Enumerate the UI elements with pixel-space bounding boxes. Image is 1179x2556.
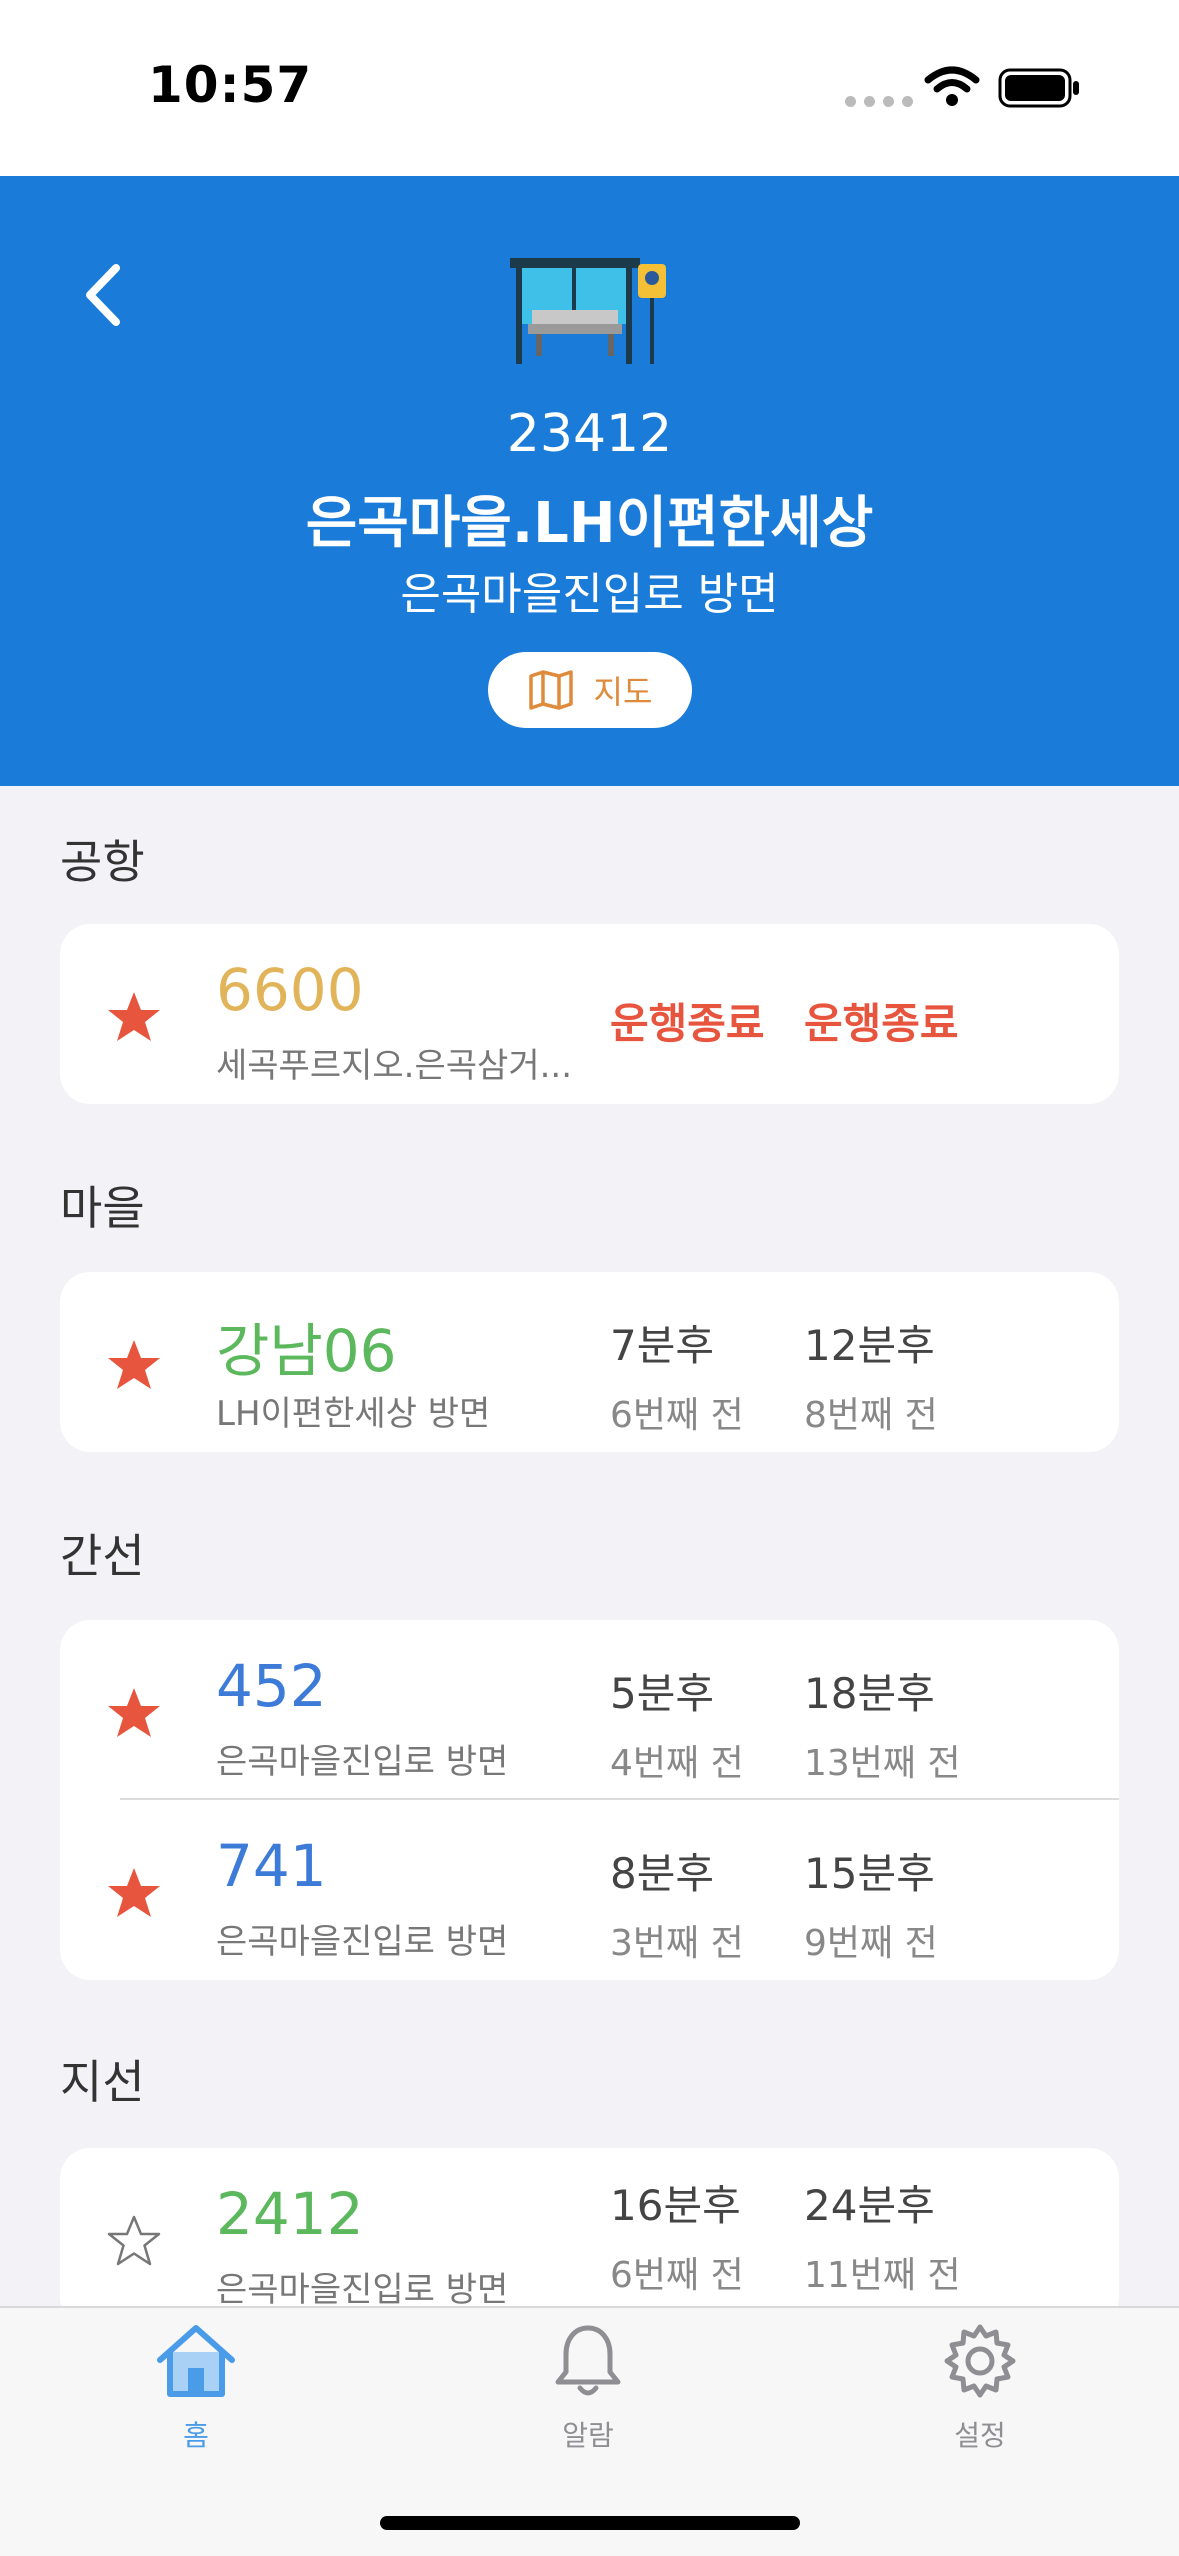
arrival2-stops: 9번째 전 — [804, 1923, 938, 1964]
status-bar: 10:57 — [0, 0, 1179, 176]
arrival1-stops: 3번째 전 — [610, 1923, 744, 1964]
favorite-star-icon[interactable] — [106, 990, 162, 1044]
stop-id: 23412 — [506, 404, 673, 464]
route-row[interactable]: 6600 세곡푸르지오.은곡삼거... 운행종료 운행종료 — [60, 924, 1119, 1104]
arrival1-stops: 4번째 전 — [610, 1743, 744, 1784]
route-row[interactable]: 452 은곡마을진입로 방면 5분후 4번째 전 18분후 13번째 전 — [60, 1620, 1119, 1800]
arrival2-stops: 13번째 전 — [804, 1743, 961, 1784]
tab-home[interactable]: 홈 — [96, 2322, 296, 2454]
route-row[interactable]: 741 은곡마을진입로 방면 8분후 3번째 전 15분후 9번째 전 — [60, 1800, 1119, 1980]
status-time: 10:57 — [148, 56, 313, 114]
cellular-signal-icon — [845, 96, 913, 107]
route-row[interactable]: 2412 은곡마을진입로 방면 16분후 6번째 전 24분후 11번째 전 — [60, 2148, 1119, 2328]
section-title-trunk: 간선 — [60, 1529, 145, 1583]
home-indicator — [380, 2516, 800, 2530]
route-destination: 세곡푸르지오.은곡삼거... — [216, 1046, 573, 1086]
back-icon[interactable] — [78, 260, 128, 330]
route-number: 강남06 — [216, 1317, 397, 1385]
tab-alarm[interactable]: 알람 — [488, 2322, 688, 2454]
arrival1-time: 5분후 — [610, 1669, 715, 1718]
arrival1-time: 16분후 — [610, 2181, 741, 2230]
favorite-star-outline-icon[interactable] — [106, 2214, 162, 2268]
tab-settings[interactable]: 설정 — [880, 2322, 1080, 2454]
stop-header: 23412 은곡마을.LH이편한세상 은곡마을진입로 방면 지도 — [0, 176, 1179, 786]
map-button-label: 지도 — [593, 673, 653, 711]
favorite-star-icon[interactable] — [106, 1338, 162, 1392]
route-number: 741 — [216, 1832, 327, 1900]
section-title-branch: 지선 — [60, 2055, 145, 2109]
arrival1-status: 운행종료 — [610, 999, 765, 1048]
route-number: 452 — [216, 1652, 327, 1720]
stop-name: 은곡마을.LH이편한세상 — [305, 491, 874, 556]
route-destination: 은곡마을진입로 방면 — [216, 1742, 509, 1782]
arrival2-stops: 8번째 전 — [804, 1395, 938, 1436]
arrival2-time: 15분후 — [804, 1849, 935, 1898]
bell-icon — [555, 2325, 621, 2396]
route-number: 6600 — [216, 956, 364, 1024]
arrival2-time: 18분후 — [804, 1669, 935, 1718]
route-destination: LH이편한세상 방면 — [216, 1394, 491, 1434]
section-title-village: 마을 — [60, 1181, 145, 1235]
home-icon — [157, 2325, 235, 2397]
route-destination: 은곡마을진입로 방면 — [216, 1922, 509, 1962]
arrival2-status: 운행종료 — [804, 999, 959, 1048]
route-destination: 은곡마을진입로 방면 — [216, 2270, 509, 2310]
stop-direction: 은곡마을진입로 방면 — [400, 569, 779, 620]
favorite-star-icon[interactable] — [106, 1686, 162, 1740]
bus-stop-icon — [510, 258, 666, 364]
arrival2-time: 12분후 — [804, 1321, 935, 1370]
arrival1-stops: 6번째 전 — [610, 2255, 744, 2296]
arrival2-stops: 11번째 전 — [804, 2255, 961, 2296]
arrival1-time: 7분후 — [610, 1321, 715, 1370]
route-card-branch: 2412 은곡마을진입로 방면 16분후 6번째 전 24분후 11번째 전 — [60, 2148, 1119, 2328]
gear-icon — [944, 2324, 1016, 2398]
tab-settings-label: 설정 — [954, 2419, 1006, 2452]
tab-alarm-label: 알람 — [562, 2419, 614, 2452]
arrival1-stops: 6번째 전 — [610, 1395, 744, 1436]
route-card-village: 강남06 LH이편한세상 방면 7분후 6번째 전 12분후 8번째 전 — [60, 1272, 1119, 1452]
arrival2-time: 24분후 — [804, 2181, 935, 2230]
route-row[interactable]: 강남06 LH이편한세상 방면 7분후 6번째 전 12분후 8번째 전 — [60, 1272, 1119, 1452]
route-card-trunk: 452 은곡마을진입로 방면 5분후 4번째 전 18분후 13번째 전 741… — [60, 1620, 1119, 1980]
route-card-airport: 6600 세곡푸르지오.은곡삼거... 운행종료 운행종료 — [60, 924, 1119, 1104]
favorite-star-icon[interactable] — [106, 1866, 162, 1920]
map-icon — [528, 670, 573, 710]
battery-icon — [998, 68, 1079, 108]
map-button[interactable]: 지도 — [488, 652, 692, 728]
wifi-icon — [924, 66, 980, 106]
arrival1-time: 8분후 — [610, 1849, 715, 1898]
section-title-airport: 공항 — [60, 835, 145, 889]
route-number: 2412 — [216, 2180, 364, 2248]
tab-home-label: 홈 — [183, 2419, 209, 2452]
